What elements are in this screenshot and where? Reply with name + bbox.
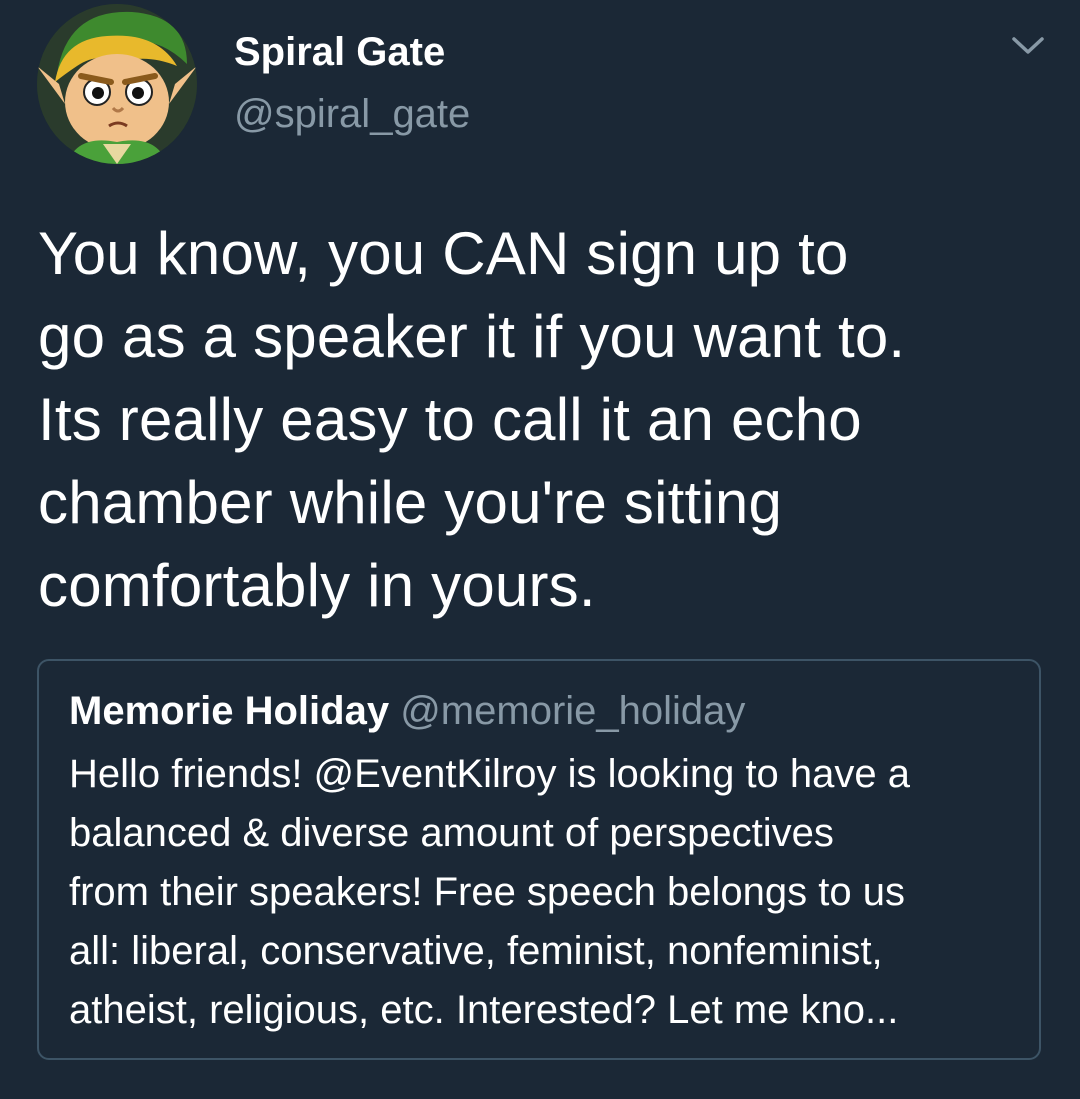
cartoon-character-avatar-icon [37,4,197,164]
tweet-text-line: go as a speaker it if you want to. [38,303,906,370]
author-handle[interactable]: @spiral_gate [234,90,470,138]
chevron-down-icon [1012,37,1044,54]
tweet-text-line: chamber while you're sitting [38,469,783,536]
quoted-tweet-card[interactable]: Memorie Holiday @memorie_holiday Hello f… [37,659,1041,1060]
quoted-author-display-name: Memorie Holiday [69,689,390,733]
quoted-tweet-text-line: all: liberal, conservative, feminist, no… [69,929,883,973]
tweet-text-line: You know, you CAN sign up to [38,220,849,287]
quoted-tweet-text-line: Hello friends! @EventKilroy is looking t… [69,752,911,796]
quoted-tweet-text-line: balanced & diverse amount of perspective… [69,811,834,855]
quoted-tweet-text: Hello friends! @EventKilroy is looking t… [69,745,1029,1040]
tweet-menu-button[interactable] [1010,30,1046,60]
quoted-author-handle: @memorie_holiday [400,689,746,733]
author-display-name[interactable]: Spiral Gate [234,28,445,76]
avatar[interactable] [37,4,197,164]
tweet-text-line: comfortably in yours. [38,552,596,619]
tweet-text-line: Its really easy to call it an echo [38,386,862,453]
quoted-tweet-header: Memorie Holiday @memorie_holiday [69,687,745,735]
tweet: Spiral Gate @spiral_gate You know, you C… [0,0,1080,1099]
quoted-tweet-text-line: atheist, religious, etc. Interested? Let… [69,988,899,1032]
quoted-tweet-text-line: from their speakers! Free speech belongs… [69,870,905,914]
tweet-text: You know, you CAN sign up to go as a spe… [38,212,1048,627]
